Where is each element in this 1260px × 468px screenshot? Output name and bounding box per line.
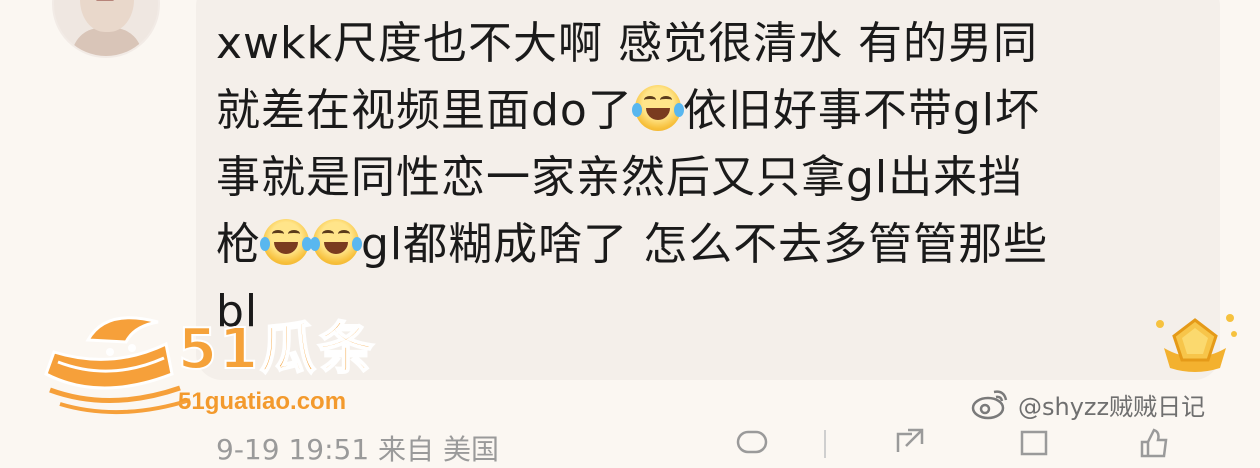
comment-line-4: 枪 gl都糊成啥了 怎么不去多管管那些 [216,211,1200,278]
comment-line-2-part-2: 依旧好事不带gl坏 [682,85,1041,136]
laugh-cry-emoji-icon [260,219,312,265]
reply-icon[interactable] [1016,428,1052,458]
footer-divider [824,430,826,458]
comment-line-4-part-1: 枪 [216,219,261,270]
avatar-face [80,0,134,32]
laugh-cry-emoji-icon [310,219,362,265]
comment-line-2: 就差在视频里面do了 依旧好事不带gl坏 [216,77,1200,144]
comment-icon[interactable] [734,428,770,458]
share-icon[interactable] [892,428,928,458]
comment-line-1: xwkk尺度也不大啊 感觉很清水 有的男同 [216,18,1038,69]
crown-badge-icon[interactable] [1150,304,1240,376]
comment-line-2-part-1: 就差在视频里面do了 [216,85,633,136]
laugh-cry-emoji-icon [631,85,684,131]
weibo-handle: @shyzz贼贼日记 [1018,392,1206,421]
comment-footer: 9-19 19:51 来自 美国 [216,428,1216,466]
comment-meta: 9-19 19:51 来自 美国 [216,433,499,466]
avatar[interactable] [52,0,160,58]
weibo-logo-icon [971,390,1008,420]
watermark-url: 51guatiao.com [178,388,347,415]
comment-text: xwkk尺度也不大啊 感觉很清水 有的男同 就差在视频里面do了 依旧好事不带gl… [216,10,1200,345]
watermark-brand: 51瓜条 [177,316,376,383]
comment-line-4-part-2: gl都糊成啥了 怎么不去多管管那些 [361,219,1049,270]
like-icon[interactable] [1136,428,1172,458]
avatar-mouth [96,0,114,1]
comment-line-3: 事就是同性恋一家亲然后又只拿gl出来挡 [216,152,1024,203]
weibo-watermark: @shyzz贼贼日记 [970,384,1205,424]
avatar-neck [72,28,142,56]
